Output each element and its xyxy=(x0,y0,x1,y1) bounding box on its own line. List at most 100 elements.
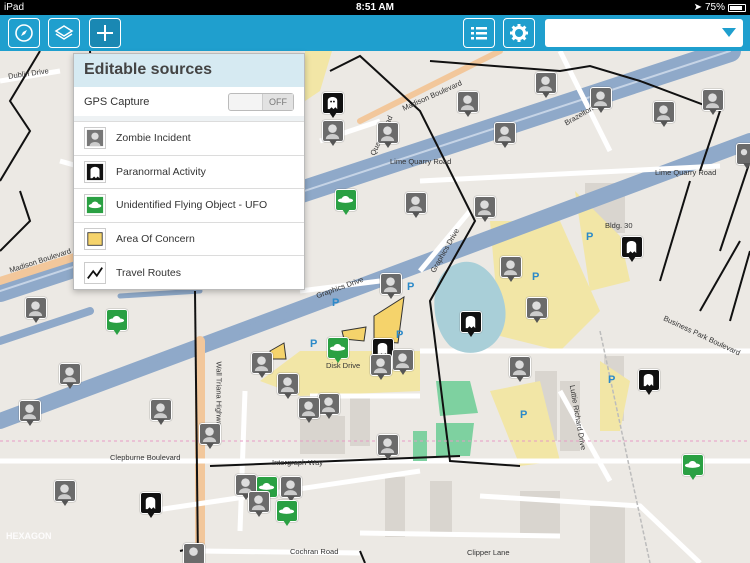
zombie-icon xyxy=(380,438,395,454)
zombie-marker[interactable] xyxy=(251,352,273,378)
compass-icon xyxy=(15,24,33,42)
ufo-icon xyxy=(337,195,354,203)
clock: 8:51 AM xyxy=(356,2,394,13)
search-dropdown-button[interactable] xyxy=(715,19,743,47)
zombie-marker[interactable] xyxy=(377,122,399,148)
parking-label: P xyxy=(520,409,528,421)
zombie-marker[interactable] xyxy=(494,122,516,148)
zombie-icon xyxy=(254,356,269,372)
zombie-marker[interactable] xyxy=(702,89,724,115)
source-label: Zombie Incident xyxy=(116,132,191,145)
zombie-icon xyxy=(497,126,512,142)
route-icon xyxy=(84,261,106,284)
zombie-marker[interactable] xyxy=(370,354,392,380)
ufo-marker[interactable] xyxy=(682,454,704,480)
zombie-marker[interactable] xyxy=(526,297,548,323)
chevron-down-icon xyxy=(722,28,736,37)
parking-label: P xyxy=(310,338,318,350)
source-zombie-incident[interactable]: Zombie Incident xyxy=(74,121,304,155)
zombie-marker[interactable] xyxy=(277,373,299,399)
zombie-icon xyxy=(57,484,72,500)
zombie-icon xyxy=(408,196,423,212)
ufo-marker[interactable] xyxy=(335,189,357,215)
zombie-marker[interactable] xyxy=(509,356,531,382)
zombie-marker[interactable] xyxy=(653,101,675,127)
zombie-marker[interactable] xyxy=(392,349,414,375)
zombie-marker[interactable] xyxy=(590,87,612,113)
zombie-icon xyxy=(477,200,492,216)
zombie-icon xyxy=(189,547,198,556)
zombie-marker[interactable] xyxy=(377,434,399,460)
zombie-marker[interactable] xyxy=(19,400,41,426)
zombie-icon xyxy=(593,91,608,107)
zombie-icon xyxy=(373,358,388,374)
ghost-icon xyxy=(465,316,476,329)
street-label: Clepburne Boulevard xyxy=(110,453,181,462)
list-icon xyxy=(471,27,487,40)
zombie-marker[interactable] xyxy=(405,192,427,218)
ufo-marker[interactable] xyxy=(276,500,298,526)
paranormal-marker[interactable] xyxy=(460,311,482,337)
source-area-of-concern[interactable]: Area Of Concern xyxy=(74,221,304,256)
zombie-icon xyxy=(280,377,295,393)
gps-label: GPS Capture xyxy=(84,95,150,108)
compass-button[interactable] xyxy=(8,18,40,48)
parking-label: P xyxy=(332,297,340,309)
add-button[interactable] xyxy=(89,18,121,48)
source-travel-routes[interactable]: Travel Routes xyxy=(74,255,304,289)
layers-icon xyxy=(54,25,74,40)
zombie-marker[interactable] xyxy=(736,143,750,169)
paranormal-marker[interactable] xyxy=(621,236,643,262)
paranormal-marker[interactable] xyxy=(140,492,162,518)
zombie-icon xyxy=(395,353,410,369)
zombie-marker[interactable] xyxy=(183,543,205,563)
zombie-marker[interactable] xyxy=(500,256,522,282)
ufo-marker[interactable] xyxy=(327,337,349,363)
zombie-marker[interactable] xyxy=(150,399,172,425)
zombie-marker[interactable] xyxy=(199,423,221,449)
zombie-icon xyxy=(538,76,553,92)
zombie-icon xyxy=(705,93,720,109)
zombie-marker[interactable] xyxy=(298,397,320,423)
zombie-marker[interactable] xyxy=(322,120,344,146)
zombie-marker[interactable] xyxy=(474,196,496,222)
source-ufo[interactable]: Unidentified Flying Object - UFO xyxy=(74,188,304,222)
zombie-marker[interactable] xyxy=(248,491,270,517)
street-label: Intergraph Way xyxy=(272,458,323,467)
zombie-icon xyxy=(383,277,398,293)
zombie-marker[interactable] xyxy=(318,393,340,419)
zombie-icon xyxy=(325,124,340,140)
zombie-icon xyxy=(283,480,298,496)
parking-label: P xyxy=(608,374,616,386)
ghost-icon xyxy=(327,97,338,110)
gps-toggle[interactable]: OFF xyxy=(228,92,294,111)
paranormal-marker[interactable] xyxy=(322,92,344,118)
zombie-marker[interactable] xyxy=(380,273,402,299)
street-label: Lime Quarry Road xyxy=(390,157,452,166)
zombie-marker[interactable] xyxy=(535,72,557,98)
source-label: Travel Routes xyxy=(116,266,181,279)
parking-label: P xyxy=(396,329,404,341)
zombie-marker[interactable] xyxy=(25,297,47,323)
paranormal-marker[interactable] xyxy=(638,369,660,395)
zombie-marker[interactable] xyxy=(59,363,81,389)
zombie-icon xyxy=(460,95,475,111)
search-field[interactable] xyxy=(545,19,743,47)
source-paranormal-activity[interactable]: Paranormal Activity xyxy=(74,154,304,189)
ufo-icon xyxy=(108,315,125,323)
zombie-icon xyxy=(529,301,544,317)
list-button[interactable] xyxy=(463,18,495,48)
zombie-marker[interactable] xyxy=(457,91,479,117)
layers-button[interactable] xyxy=(48,18,80,48)
ufo-marker[interactable] xyxy=(106,309,128,335)
settings-button[interactable] xyxy=(503,18,535,48)
zombie-marker[interactable] xyxy=(54,480,76,506)
zombie-marker[interactable] xyxy=(280,476,302,502)
parking-label: P xyxy=(532,271,540,283)
ghost-icon xyxy=(145,497,156,510)
street-label: Lime Quarry Road xyxy=(655,168,717,177)
zombie-icon xyxy=(380,126,395,142)
battery-icon xyxy=(728,3,746,12)
zombie-icon xyxy=(321,397,336,413)
editable-sources-popover: Editable sources GPS Capture OFF Zombie … xyxy=(73,53,305,290)
